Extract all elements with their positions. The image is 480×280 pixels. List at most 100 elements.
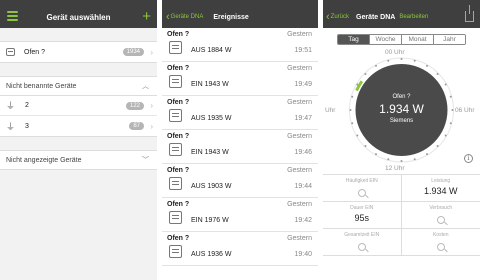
gauge-tick: [364, 72, 367, 75]
gauge-tick: [444, 83, 447, 86]
page-title: Ereignisse: [213, 13, 249, 21]
event-row[interactable]: Ofen ? Gestern AUS 1936 W 19:40: [162, 232, 318, 266]
chevron-right-icon: ›: [150, 101, 153, 110]
event-time: 19:42: [294, 217, 312, 224]
event-time: 19:47: [294, 115, 312, 122]
tile-label: Kosten: [432, 232, 449, 238]
gauge-tick: [387, 59, 390, 62]
chevron-down-icon: ﹀: [142, 157, 149, 164]
event-value: EIN 1943 W: [191, 81, 229, 88]
period-tabs: Tag Woche Monat Jahr: [337, 34, 466, 45]
nav-bar: ‹ Zurück Geräte DNA Bearbeiten: [323, 5, 480, 28]
event-time: 19:40: [294, 251, 312, 258]
device-label: Ofen ?: [24, 48, 46, 56]
edit-button[interactable]: Bearbeiten: [399, 14, 428, 20]
gauge-tick: [436, 72, 439, 75]
event-time: 19:51: [294, 47, 312, 54]
event-date: Gestern: [287, 99, 312, 106]
chevron-up-icon: ︿: [142, 83, 149, 90]
tile-total-time[interactable]: Gesamtzeit EIN: [323, 229, 402, 256]
event-date: Gestern: [287, 133, 312, 140]
gauge-tick: [413, 158, 416, 161]
gauge-tick: [375, 64, 377, 67]
oven-icon: [169, 143, 182, 156]
section-hidden-devices[interactable]: Nicht angezeigte Geräte ﹀: [0, 150, 157, 170]
tile-consumption[interactable]: Verbrauch: [401, 202, 480, 229]
search-icon: [357, 189, 366, 197]
tab-month[interactable]: Monat: [402, 35, 434, 44]
menu-icon[interactable]: [7, 11, 18, 21]
device-row-3[interactable]: ⏚ 3 87 ›: [0, 116, 157, 136]
unnamed-device-list: ⏚ 2 122 › ⏚ 3 87 ›: [0, 96, 157, 137]
tile-label: Gesamtzeit EIN: [344, 232, 380, 238]
plug-icon: ⏚: [6, 101, 16, 111]
gauge-tick: [426, 64, 428, 67]
gauge-tick: [400, 160, 403, 162]
device-label: 3: [25, 122, 29, 130]
back-button[interactable]: ‹ Geräte DNA: [166, 10, 204, 23]
oven-icon: [169, 41, 182, 54]
event-row[interactable]: Ofen ? Gestern EIN 1943 W 19:49: [162, 62, 318, 96]
chevron-right-icon: ›: [150, 121, 153, 131]
device-row-2[interactable]: ⏚ 2 122 ›: [0, 96, 157, 116]
device-row-ofen[interactable]: Ofen ? 1934 ›: [0, 42, 157, 62]
search-icon: [436, 216, 445, 224]
event-row[interactable]: Ofen ? Gestern EIN 1976 W 19:42: [162, 198, 318, 232]
events-screen: ‹ Geräte DNA Ereignisse Ofen ? Gestern AUS…: [162, 0, 318, 280]
event-row[interactable]: Ofen ? Gestern EIN 1943 W 19:46: [162, 130, 318, 164]
tile-power[interactable]: Leistung 1.934 W: [401, 175, 480, 202]
tab-year[interactable]: Jahr: [434, 35, 465, 44]
tab-day[interactable]: Tag: [338, 35, 370, 44]
count-badge: 87: [129, 122, 144, 130]
event-list: Ofen ? Gestern AUS 1884 W 19:51 Ofen ? Gester…: [162, 28, 318, 266]
oven-icon: [6, 48, 15, 56]
event-date: Gestern: [287, 65, 312, 72]
event-time: 19:49: [294, 81, 312, 88]
gauge-tick: [400, 58, 403, 60]
plug-icon: ⏚: [6, 121, 16, 132]
tile-label: Häufigkeit EIN: [345, 178, 378, 184]
event-value: AUS 1935 W: [191, 115, 232, 122]
device-dna-screen: ‹ Zurück Geräte DNA Bearbeiten Tag Woche…: [323, 0, 480, 280]
nav-bar: Gerät auswählen +: [0, 6, 157, 28]
oven-icon: [169, 75, 182, 88]
device-select-screen: Gerät auswählen + Ofen ? 1934 › Nicht be…: [0, 0, 157, 280]
tile-cost[interactable]: Kosten: [401, 229, 480, 256]
add-icon[interactable]: +: [142, 8, 151, 25]
tile-label: Dauer EIN: [350, 205, 374, 211]
search-icon: [357, 243, 366, 251]
count-badge: 1934: [122, 48, 144, 56]
event-row[interactable]: Ofen ? Gestern AUS 1935 W 19:47: [162, 96, 318, 130]
device-list: Ofen ? 1934 ›: [0, 41, 157, 63]
event-row[interactable]: Ofen ? Gestern AUS 1884 W 19:51: [162, 28, 318, 62]
tile-duration[interactable]: Dauer EIN 95s: [323, 202, 402, 229]
gauge-tick: [387, 158, 390, 161]
back-button[interactable]: ‹ Zurück: [326, 10, 349, 23]
back-label: Geräte DNA: [170, 14, 204, 20]
section-label: Nicht angezeigte Geräte: [6, 156, 82, 164]
gauge-tick: [413, 59, 416, 62]
tab-week[interactable]: Woche: [370, 35, 402, 44]
share-icon[interactable]: [465, 5, 474, 22]
tile-frequency[interactable]: Häufigkeit EIN: [323, 175, 402, 202]
section-label: Nicht benannte Geräte: [6, 82, 77, 90]
gauge-brand: Siemens: [389, 118, 414, 124]
info-icon[interactable]: i: [464, 154, 473, 163]
chevron-left-icon: ‹: [166, 10, 170, 23]
chevron-right-icon: ›: [150, 47, 153, 57]
gauge-label-bottom: 12 Uhr: [385, 165, 405, 172]
device-label: 2: [25, 102, 29, 109]
page-title: Gerät auswählen: [46, 12, 111, 22]
tile-label: Leistung: [431, 178, 451, 184]
event-time: 19:46: [294, 149, 312, 156]
gauge-tick: [364, 145, 367, 148]
gauge-label-top: 00 Uhr: [385, 49, 405, 56]
stats-grid: Häufigkeit EIN Leistung 1.934 W Dauer EI…: [323, 174, 480, 256]
event-row[interactable]: Ofen ? Gestern AUS 1903 W 19:44: [162, 164, 318, 198]
event-value: EIN 1943 W: [191, 149, 229, 156]
event-value: AUS 1936 W: [191, 251, 232, 258]
chevron-left-icon: ‹: [326, 10, 330, 23]
section-unnamed-devices[interactable]: Nicht benannte Geräte ︿: [0, 76, 157, 96]
count-badge: 122: [125, 101, 144, 110]
gauge-tick: [375, 153, 377, 156]
